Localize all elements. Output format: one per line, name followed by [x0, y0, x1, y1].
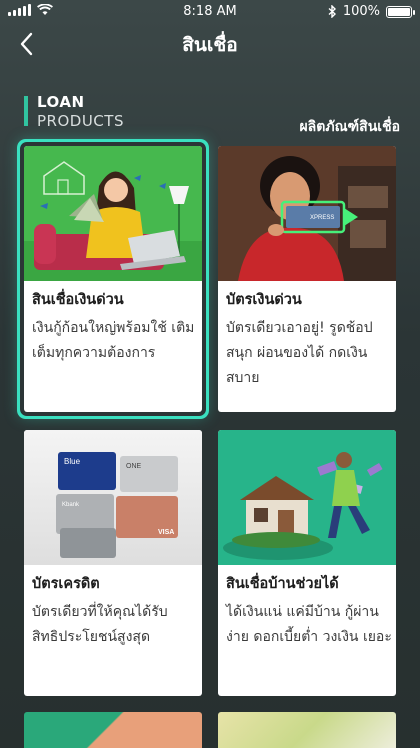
card-partial-right[interactable] [218, 712, 396, 748]
section-header: LOAN PRODUCTS ผลิตภัณฑ์สินเชื่อ [24, 92, 400, 135]
battery-icon [386, 5, 415, 18]
cash-loan-image [24, 146, 202, 281]
xpress-card-text: XPRESS [310, 215, 334, 221]
accent-bar [24, 96, 28, 126]
card-home-loan[interactable]: สินเชื่อบ้านช่วยได้ ได้เงินแน่ แค่มีบ้าน… [218, 430, 396, 696]
battery-percent: 100% [342, 4, 380, 19]
cash-card-image: XPRESS [218, 146, 396, 281]
kbank-text: Kbank [62, 502, 80, 508]
one-card-text: ONE [126, 463, 142, 470]
page-title: สินเชื่อ [182, 34, 238, 56]
card-description: ได้เงินแน่ แค่มีบ้าน กู้ผ่าน ง่าย ดอกเบี… [226, 604, 392, 645]
status-right: 100% [328, 4, 415, 19]
card-title: บัตรเงินด่วน [226, 292, 302, 308]
card-description: บัตรเดียวที่ให้คุณได้รับ สิทธิประโยชน์สู… [32, 604, 168, 645]
visa-text: VISA [158, 529, 174, 536]
loan-products-link[interactable]: ผลิตภัณฑ์สินเชื่อ [299, 116, 400, 138]
card-cash-card[interactable]: XPRESS บัตรเงินด่วน บัตรเดียวเอาอยู่! รู… [218, 146, 396, 412]
blue-card-text: Blue [64, 457, 81, 466]
bluetooth-icon [328, 5, 336, 18]
nav-header: สินเชื่อ [0, 24, 420, 64]
section-title: LOAN [37, 93, 85, 111]
card-description: เงินกู้ก้อนใหญ่พร้อมใช้ เติมเต็มทุกความต… [32, 320, 195, 361]
card-cash-loan[interactable]: สินเชื่อเงินด่วน เงินกู้ก้อนใหญ่พร้อมใช้… [24, 146, 202, 412]
card-title: สินเชื่อบ้านช่วยได้ [226, 576, 339, 592]
card-partial-left[interactable] [24, 712, 202, 748]
section-subtitle: PRODUCTS [37, 112, 124, 130]
card-title: บัตรเครดิต [32, 576, 100, 592]
card-description: บัตรเดียวเอาอยู่! รูดช้อป สนุก ผ่อนของได… [226, 320, 373, 386]
credit-card-image: Blue ONE Kbank VISA [24, 430, 202, 565]
home-loan-image [218, 430, 396, 565]
status-bar: 8:18 AM 100% [0, 0, 420, 24]
card-title: สินเชื่อเงินด่วน [32, 292, 124, 308]
card-credit-card[interactable]: Blue ONE Kbank VISA บัตรเครดิต บัตรเดียว… [24, 430, 202, 696]
